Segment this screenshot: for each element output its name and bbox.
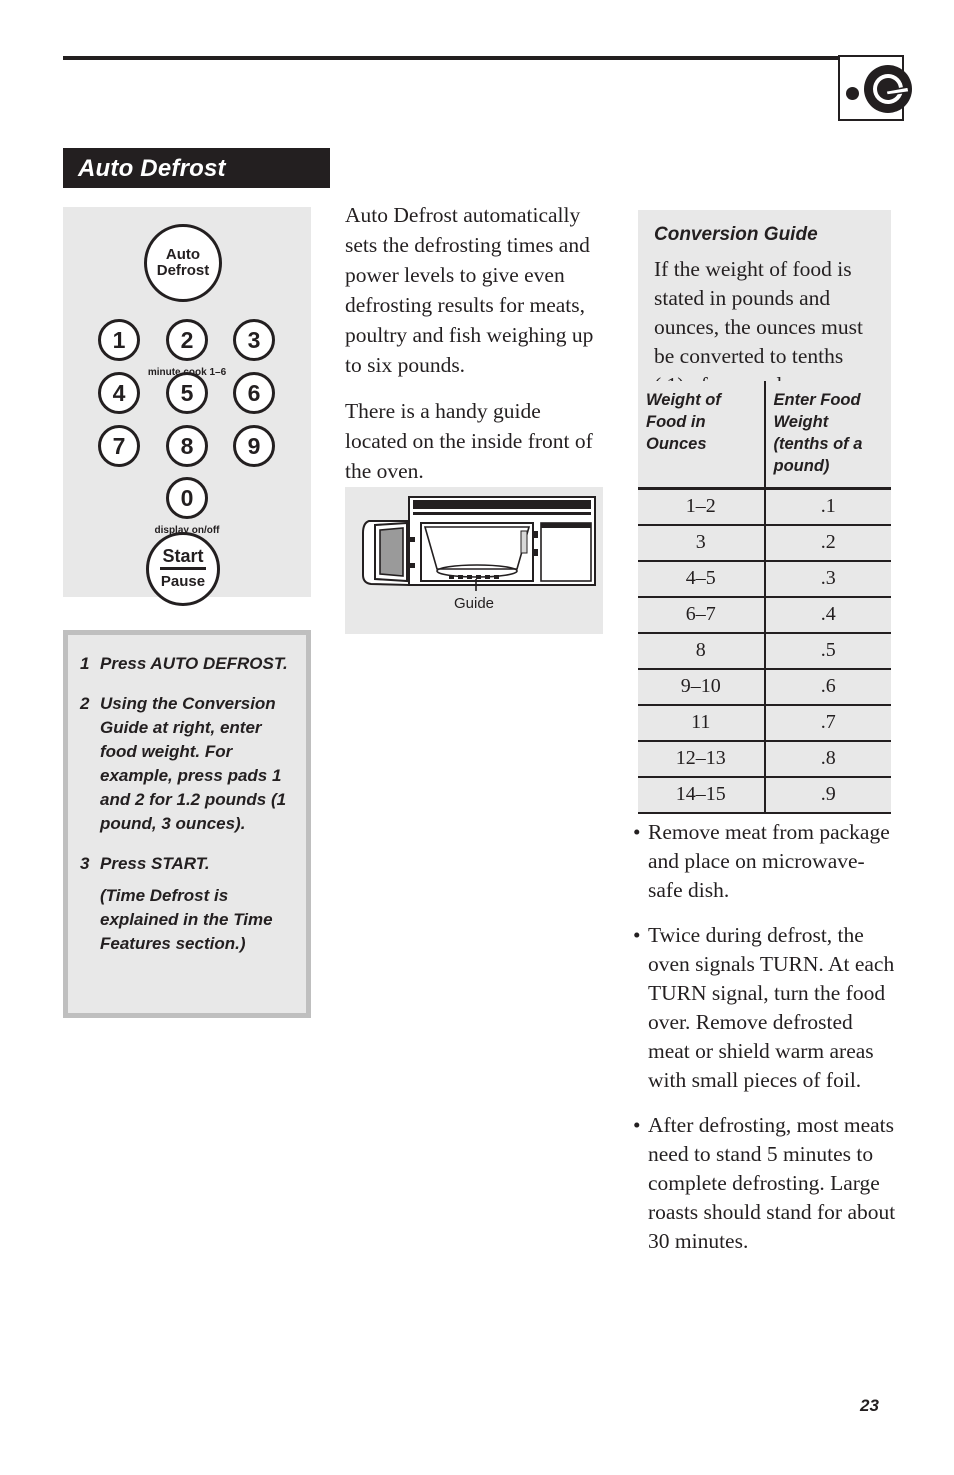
page-number: 23 xyxy=(860,1396,879,1415)
cell-tenths: .2 xyxy=(763,524,891,561)
steps-note: (Time Defrost is explained in the Time F… xyxy=(100,886,273,953)
cell-tenths: .1 xyxy=(763,487,891,525)
intro-column: Auto Defrost automatically sets the defr… xyxy=(345,200,603,502)
column-header-ounces: Weight of Food in Ounces xyxy=(646,391,721,453)
key-6[interactable]: 6 xyxy=(233,372,275,414)
cell-tenths: .3 xyxy=(763,560,891,597)
key-4[interactable]: 4 xyxy=(98,372,140,414)
cell-ounces: 3 xyxy=(638,524,765,561)
key-auto-defrost-line2: Defrost xyxy=(156,262,210,279)
intro-paragraph-2: There is a handy guide located on the in… xyxy=(345,399,593,483)
step-text: Press START. xyxy=(100,854,210,873)
cell-ounces: 6–7 xyxy=(638,596,765,633)
step-item: 1 Press AUTO DEFROST. xyxy=(80,652,294,676)
cell-tenths: .6 xyxy=(763,668,891,705)
key-start-label: Start xyxy=(160,547,206,570)
cell-ounces: 11 xyxy=(638,704,765,741)
key-8[interactable]: 8 xyxy=(166,425,208,467)
cell-tenths: .9 xyxy=(763,776,891,814)
table-row: 8 .5 xyxy=(638,632,891,669)
key-5[interactable]: 5 xyxy=(166,372,208,414)
conversion-guide-intro: If the weight of food is stated in pound… xyxy=(654,257,863,397)
cell-ounces: 14–15 xyxy=(638,776,765,814)
steps-panel: 1 Press AUTO DEFROST. 2 Using the Conver… xyxy=(63,630,311,1018)
cell-ounces: 8 xyxy=(638,632,765,669)
tip-text: After defrosting, most meats need to sta… xyxy=(648,1113,896,1253)
table-row: 11 .7 xyxy=(638,704,891,741)
corner-dot-icon xyxy=(846,87,859,100)
key-auto-defrost-line1: Auto xyxy=(165,246,201,263)
microwave-oven-illustration xyxy=(362,496,596,591)
table-row: 4–5 .3 xyxy=(638,560,891,597)
table-row: 6–7 .4 xyxy=(638,596,891,633)
table-row: 14–15 .9 xyxy=(638,776,891,814)
oven-figure: Guide xyxy=(345,487,603,634)
key-1[interactable]: 1 xyxy=(98,319,140,361)
table-row: 9–10 .6 xyxy=(638,668,891,705)
table-row: 3 .2 xyxy=(638,524,891,561)
cell-ounces: 9–10 xyxy=(638,668,765,705)
table-row: 12–13 .8 xyxy=(638,740,891,777)
column-header-tenths: Enter Food Weight (tenths of a pound) xyxy=(763,381,891,489)
tips-list: • Remove meat from package and place on … xyxy=(633,818,898,1272)
page-top-rule xyxy=(63,56,889,60)
control-knob-icon xyxy=(864,65,912,113)
cell-tenths: .7 xyxy=(763,704,891,741)
bullet-icon: • xyxy=(633,820,641,844)
step-item: 3 Press START. xyxy=(80,852,294,876)
tip-text: Twice during defrost, the oven signals T… xyxy=(648,923,895,1092)
table-row: 1–2 .1 xyxy=(638,487,891,525)
bullet-icon: • xyxy=(633,923,641,947)
step-text: Using the Conversion Guide at right, ent… xyxy=(100,694,287,833)
key-0[interactable]: 0 xyxy=(166,477,208,519)
intro-paragraph-1: Auto Defrost automatically sets the defr… xyxy=(345,203,594,377)
cell-tenths: .8 xyxy=(763,740,891,777)
key-9[interactable]: 9 xyxy=(233,425,275,467)
key-auto-defrost[interactable]: Auto Defrost xyxy=(144,224,222,302)
step-text: Press AUTO DEFROST. xyxy=(100,654,288,673)
table-header-row: Weight of Food in Ounces Enter Food Weig… xyxy=(638,381,891,489)
list-item: • Twice during defrost, the oven signals… xyxy=(633,921,898,1095)
section-header-bar: Auto Defrost xyxy=(63,148,330,188)
cell-ounces: 4–5 xyxy=(638,560,765,597)
cell-ounces: 12–13 xyxy=(638,740,765,777)
corner-tab-marker xyxy=(838,55,912,121)
conversion-guide-box: Conversion Guide If the weight of food i… xyxy=(638,210,891,406)
control-panel-illustration: Auto Defrost 1 2 3 minute cook 1–6 4 5 6… xyxy=(63,207,311,606)
cell-tenths: .4 xyxy=(763,596,891,633)
conversion-guide-title: Conversion Guide xyxy=(654,224,818,245)
step-item: 2 Using the Conversion Guide at right, e… xyxy=(80,692,294,836)
key-2[interactable]: 2 xyxy=(166,319,208,361)
bullet-icon: • xyxy=(633,1113,641,1137)
oven-figure-caption: Guide xyxy=(453,595,495,612)
list-item: • After defrosting, most meats need to s… xyxy=(633,1111,898,1256)
key-3[interactable]: 3 xyxy=(233,319,275,361)
page-title: Auto Defrost xyxy=(78,155,226,182)
key-start-pause[interactable]: Start Pause xyxy=(146,532,220,606)
tip-text: Remove meat from package and place on mi… xyxy=(648,820,890,902)
conversion-table: Weight of Food in Ounces Enter Food Weig… xyxy=(638,381,891,814)
cell-tenths: .5 xyxy=(763,632,891,669)
key-pause-label: Pause xyxy=(160,573,206,590)
cell-ounces: 1–2 xyxy=(638,487,765,525)
key-7[interactable]: 7 xyxy=(98,425,140,467)
list-item: • Remove meat from package and place on … xyxy=(633,818,898,905)
step-number: 3 xyxy=(80,854,90,873)
step-number: 2 xyxy=(80,694,90,713)
step-number: 1 xyxy=(80,654,90,673)
